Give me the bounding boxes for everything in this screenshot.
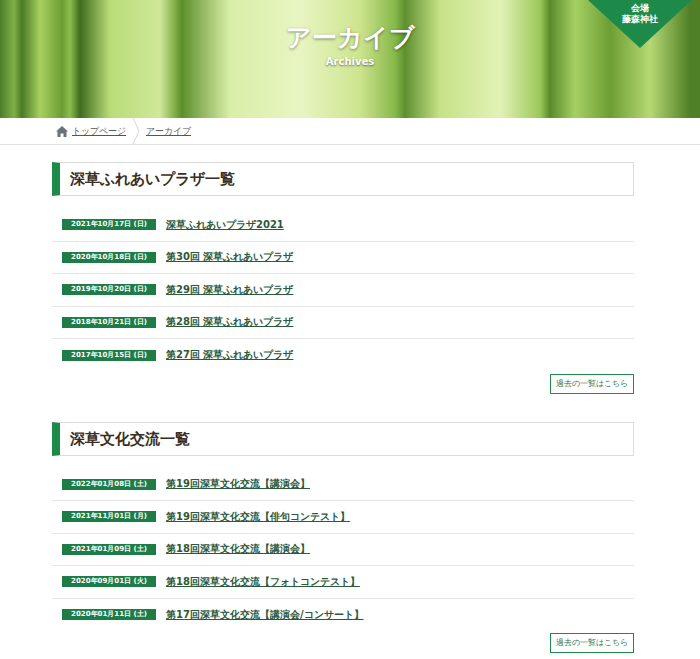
archive-page: アーカイブ Archives 会場藤森神社トップページ アーカイブ深草ふれあいプラザ一… bbox=[0, 0, 700, 659]
date-badge: 2020年01月11日 (土) bbox=[62, 609, 156, 620]
archive-link[interactable]: 第19回深草文化交流【俳句コンテスト】 bbox=[166, 510, 350, 524]
archive-list: 2021年10月17日 (日) 深草ふれあいプラザ2021 2020年10月18日 … bbox=[52, 209, 634, 372]
archive-section: 深草ふれあいプラザ一覧2021年10月17日 (日)深草ふれあいプラザ20212… bbox=[52, 162, 634, 394]
venue-label: 会場 bbox=[631, 3, 649, 14]
archive-link[interactable]: 第29回 深草ふれあいプラザ bbox=[166, 283, 293, 297]
archive-list: 2022年01月08日 (土) 第19回深草文化交流【講演会】 2021年11月01… bbox=[52, 469, 634, 632]
archive-row: 2020年10月18日 (日) 第30回 深草ふれあいプラザ bbox=[52, 242, 634, 275]
breadcrumb-item[interactable]: アーカイブ bbox=[146, 125, 191, 138]
archive-link[interactable]: 第27回 深草ふれあいプラザ bbox=[166, 348, 293, 362]
more-button[interactable]: 過去の一覧はこちら bbox=[550, 374, 634, 394]
archive-section: 深草文化交流一覧2022年01月08日 (土)第19回深草文化交流【講演会】20… bbox=[52, 422, 634, 654]
archive-row: 2021年11月01日 (月) 第19回深草文化交流【俳句コンテスト】 bbox=[52, 501, 634, 534]
date-badge: 2021年11月01日 (月) bbox=[62, 511, 156, 522]
section-heading: 深草文化交流一覧 bbox=[52, 422, 634, 456]
page-subtitle: Archives bbox=[286, 56, 415, 67]
venue-name: 藤森神社 bbox=[622, 14, 658, 25]
archive-row: 2020年09月01日 (火) 第18回深草文化交流【フォトコンテスト】 bbox=[52, 566, 634, 599]
date-badge: 2022年01月08日 (土) bbox=[62, 479, 156, 490]
archive-row: 2021年10月17日 (日) 深草ふれあいプラザ2021 bbox=[52, 209, 634, 242]
archive-row: 2018年10月21日 (日) 第28回 深草ふれあいプラザ bbox=[52, 307, 634, 340]
content: 深草ふれあいプラザ一覧2021年10月17日 (日)深草ふれあいプラザ20212… bbox=[52, 145, 634, 653]
banner-heading: アーカイブ Archives bbox=[286, 0, 415, 118]
page-title: アーカイブ bbox=[286, 22, 415, 54]
archive-link[interactable]: 第30回 深草ふれあいプラザ bbox=[166, 250, 293, 264]
breadcrumb: トップページ アーカイブ bbox=[0, 118, 700, 145]
archive-row: 2019年10月20日 (日) 第29回 深草ふれあいプラザ bbox=[52, 274, 634, 307]
archive-link[interactable]: 第19回深草文化交流【講演会】 bbox=[166, 477, 310, 491]
home-icon bbox=[56, 126, 68, 137]
date-badge: 2020年09月01日 (火) bbox=[62, 576, 156, 587]
section-heading: 深草ふれあいプラザ一覧 bbox=[52, 162, 634, 196]
archive-row: 2021年01月09日 (土) 第18回深草文化交流【講演会】 bbox=[52, 534, 634, 567]
archive-row: 2022年01月08日 (土) 第19回深草文化交流【講演会】 bbox=[52, 469, 634, 502]
breadcrumb-item[interactable]: トップページ bbox=[72, 125, 126, 138]
archive-link[interactable]: 第28回 深草ふれあいプラザ bbox=[166, 315, 293, 329]
archive-link[interactable]: 第18回深草文化交流【フォトコンテスト】 bbox=[166, 575, 360, 589]
archive-row: 2017年10月15日 (日) 第27回 深草ふれあいプラザ bbox=[52, 339, 634, 372]
date-badge: 2019年10月20日 (日) bbox=[62, 284, 156, 295]
more-button[interactable]: 過去の一覧はこちら bbox=[550, 633, 634, 653]
archive-link[interactable]: 第17回深草文化交流【講演会/コンサート】 bbox=[166, 608, 364, 622]
date-badge: 2017年10月15日 (日) bbox=[62, 350, 156, 361]
venue-badge[interactable]: 会場藤森神社 bbox=[588, 0, 692, 48]
chevron-separator-icon bbox=[132, 118, 140, 144]
archive-row: 2020年01月11日 (土) 第17回深草文化交流【講演会/コンサート】 bbox=[52, 599, 634, 632]
date-badge: 2018年10月21日 (日) bbox=[62, 317, 156, 328]
header-banner: アーカイブ Archives 会場藤森神社 bbox=[0, 0, 700, 118]
date-badge: 2021年10月17日 (日) bbox=[62, 219, 156, 230]
archive-link[interactable]: 深草ふれあいプラザ2021 bbox=[166, 218, 284, 232]
archive-link[interactable]: 第18回深草文化交流【講演会】 bbox=[166, 542, 310, 556]
date-badge: 2020年10月18日 (日) bbox=[62, 252, 156, 263]
date-badge: 2021年01月09日 (土) bbox=[62, 544, 156, 555]
